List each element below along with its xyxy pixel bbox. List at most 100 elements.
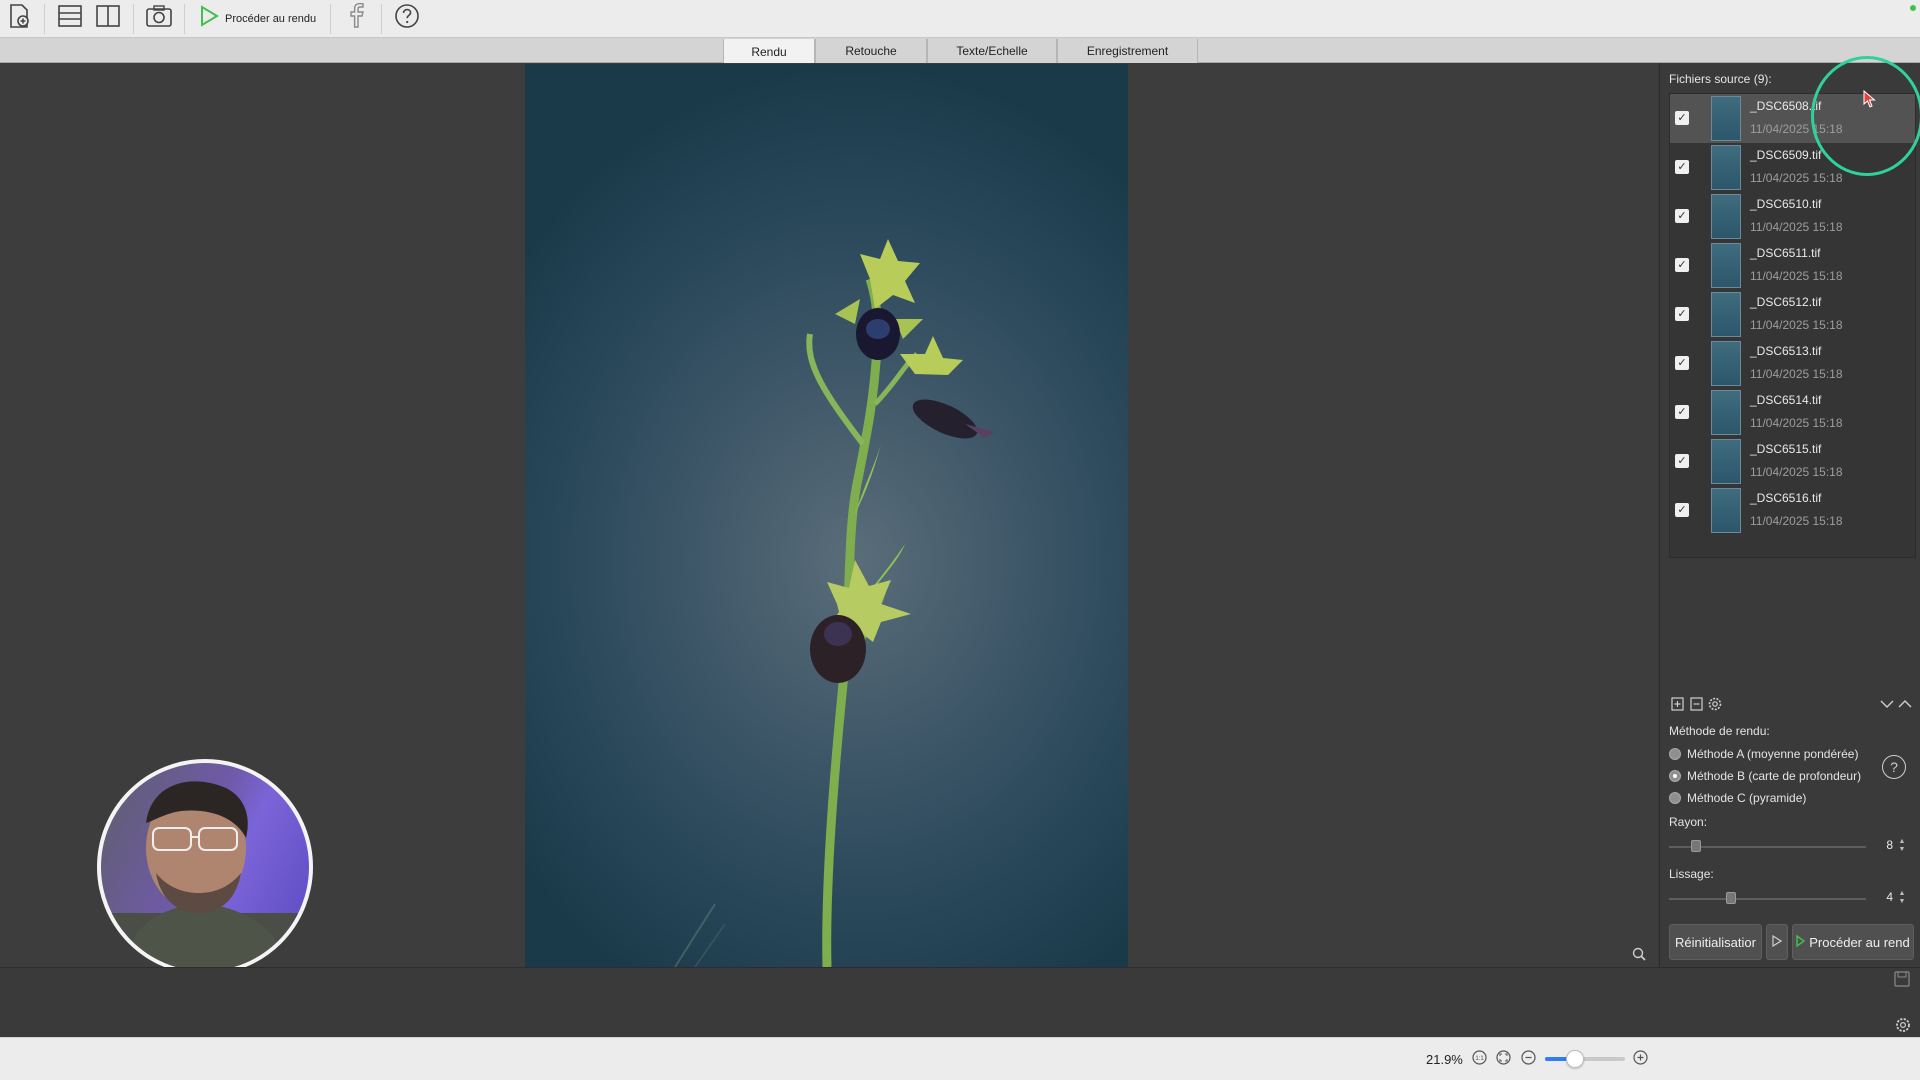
file-thumbnail xyxy=(1711,341,1741,386)
preview-image xyxy=(525,64,1128,967)
highlight-circle xyxy=(1811,56,1920,176)
radius-slider-thumb[interactable] xyxy=(1691,840,1701,852)
file-checkbox[interactable]: ✓ xyxy=(1675,258,1689,272)
magnifier-button[interactable] xyxy=(1632,947,1646,966)
file-thumbnail xyxy=(1711,292,1741,337)
add-file-icon[interactable] xyxy=(1669,696,1685,712)
method-help-icon[interactable]: ? xyxy=(1882,755,1906,779)
facebook-share-button[interactable] xyxy=(337,0,375,38)
file-checkbox[interactable]: ✓ xyxy=(1675,454,1689,468)
zoom-in-icon[interactable] xyxy=(1632,1049,1648,1065)
file-thumbnail xyxy=(1711,96,1741,141)
remove-file-icon[interactable] xyxy=(1688,696,1704,712)
zoom-slider[interactable] xyxy=(1545,1057,1625,1061)
method-c-radio[interactable] xyxy=(1669,792,1681,804)
snapshot-button[interactable] xyxy=(140,0,178,38)
fit-to-window-icon[interactable]: 1:1 xyxy=(1471,1049,1487,1065)
file-date: 11/04/2025 15:18 xyxy=(1750,514,1843,528)
method-b-radio[interactable] xyxy=(1669,770,1681,782)
zoom-out-icon[interactable] xyxy=(1520,1049,1536,1065)
layout-rows-icon xyxy=(57,4,83,33)
file-date: 11/04/2025 15:18 xyxy=(1750,269,1843,283)
file-name: _DSC6510.tif xyxy=(1750,197,1822,211)
fit-screen-icon[interactable] xyxy=(1495,1049,1511,1065)
layout-rows-button[interactable] xyxy=(51,0,89,38)
play-icon xyxy=(1796,934,1806,950)
file-date: 11/04/2025 15:18 xyxy=(1750,171,1843,185)
reset-button[interactable]: Réinitialisatior xyxy=(1669,924,1762,960)
tab-enregistrement[interactable]: Enregistrement xyxy=(1057,39,1198,63)
main-toolbar: Procéder au rendu xyxy=(0,0,1920,38)
file-checkbox[interactable]: ✓ xyxy=(1675,356,1689,370)
method-b-label: Méthode B (carte de profondeur) xyxy=(1687,769,1862,783)
file-thumbnail xyxy=(1711,488,1741,533)
file-settings-icon[interactable] xyxy=(1707,696,1723,712)
render-button[interactable]: Procéder au rend xyxy=(1792,924,1914,960)
list-item[interactable]: ✓ _DSC6513.tif 11/04/2025 15:18 xyxy=(1670,339,1915,388)
list-item[interactable]: ✓ _DSC6514.tif 11/04/2025 15:18 xyxy=(1670,388,1915,437)
file-name: _DSC6513.tif xyxy=(1750,344,1822,358)
radius-stepper[interactable]: ▲ ▼ xyxy=(1897,838,1907,854)
file-name: _DSC6514.tif xyxy=(1750,393,1822,407)
new-project-button[interactable] xyxy=(0,0,38,38)
toolbar-render-button[interactable]: Procéder au rendu xyxy=(191,0,324,38)
file-checkbox[interactable]: ✓ xyxy=(1675,405,1689,419)
zoom-slider-knob[interactable] xyxy=(1566,1050,1584,1068)
method-a-option[interactable]: Méthode A (moyenne pondérée) xyxy=(1669,746,1858,762)
file-date: 11/04/2025 15:18 xyxy=(1750,220,1843,234)
method-a-radio[interactable] xyxy=(1669,748,1681,760)
help-button[interactable] xyxy=(388,0,426,38)
move-down-icon[interactable] xyxy=(1879,696,1895,712)
list-item[interactable]: ✓ _DSC6512.tif 11/04/2025 15:18 xyxy=(1670,290,1915,339)
toolbar-render-label: Procéder au rendu xyxy=(225,12,317,25)
smoothing-stepper[interactable]: ▲ ▼ xyxy=(1897,890,1907,906)
magnifier-icon xyxy=(1632,947,1646,965)
method-c-option[interactable]: Méthode C (pyramide) xyxy=(1669,790,1806,806)
file-date: 11/04/2025 15:18 xyxy=(1750,318,1843,332)
file-checkbox[interactable]: ✓ xyxy=(1675,160,1689,174)
tab-retouche[interactable]: Retouche xyxy=(815,39,927,63)
render-method-label: Méthode de rendu: xyxy=(1669,724,1770,738)
method-b-option[interactable]: Méthode B (carte de profondeur) xyxy=(1669,768,1861,784)
file-checkbox[interactable]: ✓ xyxy=(1675,503,1689,517)
svg-text:1:1: 1:1 xyxy=(1475,1056,1484,1062)
file-name: _DSC6515.tif xyxy=(1750,442,1822,456)
render-button-label: Procéder au rend xyxy=(1809,934,1910,950)
image-viewer[interactable] xyxy=(0,63,1657,975)
list-item[interactable]: ✓ _DSC6515.tif 11/04/2025 15:18 xyxy=(1670,437,1915,486)
preview-play-button[interactable] xyxy=(1766,924,1788,960)
settings-gear-icon[interactable] xyxy=(1894,1016,1912,1039)
file-name: _DSC6509.tif xyxy=(1750,148,1822,162)
file-thumbnail xyxy=(1711,439,1741,484)
list-item[interactable]: ✓ _DSC6510.tif 11/04/2025 15:18 xyxy=(1670,192,1915,241)
mouse-cursor-icon xyxy=(1863,89,1877,113)
file-thumbnail xyxy=(1711,390,1741,435)
file-name: _DSC6512.tif xyxy=(1750,295,1822,309)
method-a-label: Méthode A (moyenne pondérée) xyxy=(1687,747,1859,761)
list-item[interactable]: ✓ _DSC6511.tif 11/04/2025 15:18 xyxy=(1670,241,1915,290)
smoothing-slider[interactable] xyxy=(1669,898,1866,900)
layout-columns-icon xyxy=(95,4,121,33)
help-icon xyxy=(394,3,420,34)
radius-value[interactable]: 8 xyxy=(1865,838,1893,854)
save-icon[interactable] xyxy=(1894,971,1910,992)
file-checkbox[interactable]: ✓ xyxy=(1675,307,1689,321)
file-name: _DSC6511.tif xyxy=(1750,246,1821,260)
status-bar: 21.9% 1:1 xyxy=(0,1037,1920,1080)
tab-texte-echelle[interactable]: Texte/Echelle xyxy=(927,39,1057,63)
layout-columns-button[interactable] xyxy=(89,0,127,38)
smoothing-value[interactable]: 4 xyxy=(1865,890,1893,906)
file-checkbox[interactable]: ✓ xyxy=(1675,111,1689,125)
tab-bar: Rendu Retouche Texte/Echelle Enregistrem… xyxy=(0,38,1920,64)
file-date: 11/04/2025 15:18 xyxy=(1750,465,1843,479)
facebook-icon xyxy=(347,2,365,34)
file-date: 11/04/2025 15:18 xyxy=(1750,367,1843,381)
smoothing-slider-thumb[interactable] xyxy=(1726,892,1736,904)
source-files-title: Fichiers source (9): xyxy=(1669,72,1772,86)
list-item[interactable]: ✓ _DSC6516.tif 11/04/2025 15:18 xyxy=(1670,486,1915,535)
file-list-toolbar xyxy=(1669,696,1916,712)
tab-rendu[interactable]: Rendu xyxy=(723,39,815,64)
file-checkbox[interactable]: ✓ xyxy=(1675,209,1689,223)
play-outline-icon xyxy=(1772,934,1783,950)
move-up-icon[interactable] xyxy=(1897,696,1913,712)
